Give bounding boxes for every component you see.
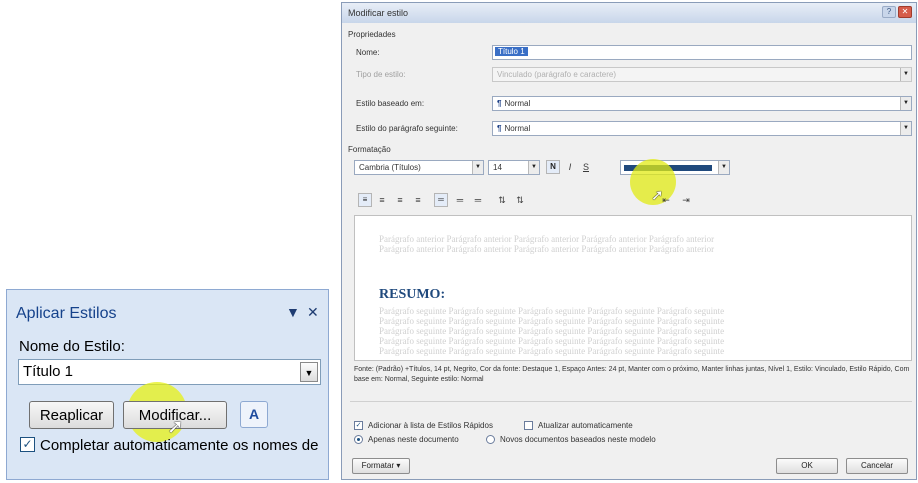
dialog-titlebar: Modificar estilo ? ✕ xyxy=(342,3,916,23)
modify-style-dialog: Modificar estilo ? ✕ Propriedades Nome: T… xyxy=(341,2,917,480)
increase-indent-icon[interactable]: ⇥ xyxy=(680,194,692,206)
italic-button[interactable]: I xyxy=(564,161,576,173)
following-style-text: Normal xyxy=(504,124,531,133)
only-this-document-radio[interactable] xyxy=(354,435,363,444)
preview-next-paragraph: Parágrafo seguinte Parágrafo seguinte Pa… xyxy=(379,326,725,336)
styles-icon-glyph: A xyxy=(248,406,260,422)
format-button[interactable]: Formatar ▾ xyxy=(352,458,410,474)
decrease-indent-icon[interactable]: ⇤ xyxy=(660,194,672,206)
preview-next-paragraph: Parágrafo seguinte Parágrafo seguinte Pa… xyxy=(379,316,725,326)
space-after-icon[interactable]: ⇅ xyxy=(514,194,526,206)
add-quick-styles-label: Adicionar à lista de Estilos Rápidos xyxy=(368,421,493,430)
preview-previous-paragraph: Parágrafo anterior Parágrafo anterior Pa… xyxy=(379,244,715,254)
autocomplete-label: Completar automaticamente os nomes de xyxy=(40,437,319,454)
divider xyxy=(350,401,912,402)
based-on-label: Estilo baseado em: xyxy=(356,99,425,108)
close-icon[interactable]: ✕ xyxy=(898,6,912,18)
justify-button[interactable]: ≡ xyxy=(412,194,424,206)
dialog-title: Modificar estilo xyxy=(348,8,409,18)
mouse-cursor-icon: ➚ xyxy=(167,416,184,438)
chevron-down-icon[interactable]: ▼ xyxy=(472,161,483,174)
following-style-select[interactable]: ¶ Normal ▼ xyxy=(492,121,912,136)
one-half-spacing-button[interactable]: ═ xyxy=(454,194,466,206)
based-on-select[interactable]: ¶ Normal ▼ xyxy=(492,96,912,111)
paragraph-mark-icon: ¶ xyxy=(497,99,502,108)
formatting-section-label: Formatação xyxy=(348,145,391,154)
font-select[interactable]: Cambria (Títulos) ▼ xyxy=(354,160,484,175)
preview-next-paragraph: Parágrafo seguinte Parágrafo seguinte Pa… xyxy=(379,306,725,316)
based-on-value: ¶ Normal xyxy=(497,99,530,108)
bold-button[interactable]: N xyxy=(546,160,560,174)
style-name-label: Nome do Estilo: xyxy=(19,338,125,355)
font-size-value: 14 xyxy=(493,163,502,172)
align-center-button[interactable]: ≡ xyxy=(376,194,388,206)
style-type-select: Vinculado (parágrafo e caractere) ▼ xyxy=(492,67,912,82)
style-description: Fonte: (Padrão) +Títulos, 14 pt, Negrito… xyxy=(354,366,910,383)
font-value: Cambria (Títulos) xyxy=(359,163,421,172)
style-name-combobox[interactable]: Título 1 ▼ xyxy=(18,359,321,385)
chevron-down-icon: ▼ xyxy=(900,68,911,81)
close-icon[interactable]: ✕ xyxy=(307,304,319,321)
new-documents-radio[interactable] xyxy=(486,435,495,444)
chevron-down-icon[interactable]: ▼ xyxy=(528,161,539,174)
space-before-icon[interactable]: ⇅ xyxy=(496,194,508,206)
single-spacing-button[interactable]: ═ xyxy=(434,193,448,207)
chevron-down-icon[interactable]: ▼ xyxy=(718,161,729,174)
font-size-select[interactable]: 14 ▼ xyxy=(488,160,540,175)
properties-section-label: Propriedades xyxy=(348,30,396,39)
name-input-value: Título 1 xyxy=(495,47,528,56)
underline-button[interactable]: S xyxy=(580,161,592,173)
following-style-label: Estilo do parágrafo seguinte: xyxy=(356,124,458,133)
cancel-button[interactable]: Cancelar xyxy=(846,458,908,474)
style-type-label: Tipo de estilo: xyxy=(356,70,406,79)
preview-next-paragraph: Parágrafo seguinte Parágrafo seguinte Pa… xyxy=(379,336,725,346)
pane-title: Aplicar Estilos xyxy=(16,305,117,322)
reapply-button[interactable]: Reaplicar xyxy=(29,401,114,429)
help-icon[interactable]: ? xyxy=(882,6,896,18)
apply-styles-pane: Aplicar Estilos ▼ ✕ Nome do Estilo: Títu… xyxy=(6,289,329,480)
ok-button[interactable]: OK xyxy=(776,458,838,474)
window-buttons: ? ✕ xyxy=(880,6,912,18)
chevron-down-icon[interactable]: ▼ xyxy=(300,362,318,382)
style-type-value: Vinculado (parágrafo e caractere) xyxy=(497,70,617,79)
autocomplete-checkbox[interactable]: ✓ xyxy=(20,437,35,452)
style-preview: Parágrafo anterior Parágrafo anterior Pa… xyxy=(354,215,912,361)
pane-menu-icon[interactable]: ▼ xyxy=(286,304,300,320)
double-spacing-button[interactable]: ═ xyxy=(472,194,484,206)
name-label: Nome: xyxy=(356,48,380,57)
auto-update-checkbox[interactable] xyxy=(524,421,533,430)
style-name-value: Título 1 xyxy=(23,363,74,380)
align-right-button[interactable]: ≡ xyxy=(394,194,406,206)
chevron-down-icon[interactable]: ▼ xyxy=(900,122,911,135)
based-on-text: Normal xyxy=(504,99,531,108)
chevron-down-icon[interactable]: ▼ xyxy=(900,97,911,110)
only-this-document-label: Apenas neste documento xyxy=(368,435,459,444)
following-style-value: ¶ Normal xyxy=(497,124,530,133)
name-input[interactable]: Título 1 xyxy=(492,45,912,60)
auto-update-label: Atualizar automaticamente xyxy=(538,421,633,430)
add-quick-styles-checkbox[interactable]: ✓ xyxy=(354,421,363,430)
styles-icon[interactable]: A xyxy=(240,401,268,428)
preview-next-paragraph: Parágrafo seguinte Parágrafo seguinte Pa… xyxy=(379,346,725,356)
preview-previous-paragraph: Parágrafo anterior Parágrafo anterior Pa… xyxy=(379,234,715,244)
paragraph-mark-icon: ¶ xyxy=(497,124,502,133)
preview-heading: RESUMO: xyxy=(379,287,446,302)
new-documents-label: Novos documentos baseados neste modelo xyxy=(500,435,656,444)
align-left-button[interactable]: ≡ xyxy=(358,193,372,207)
